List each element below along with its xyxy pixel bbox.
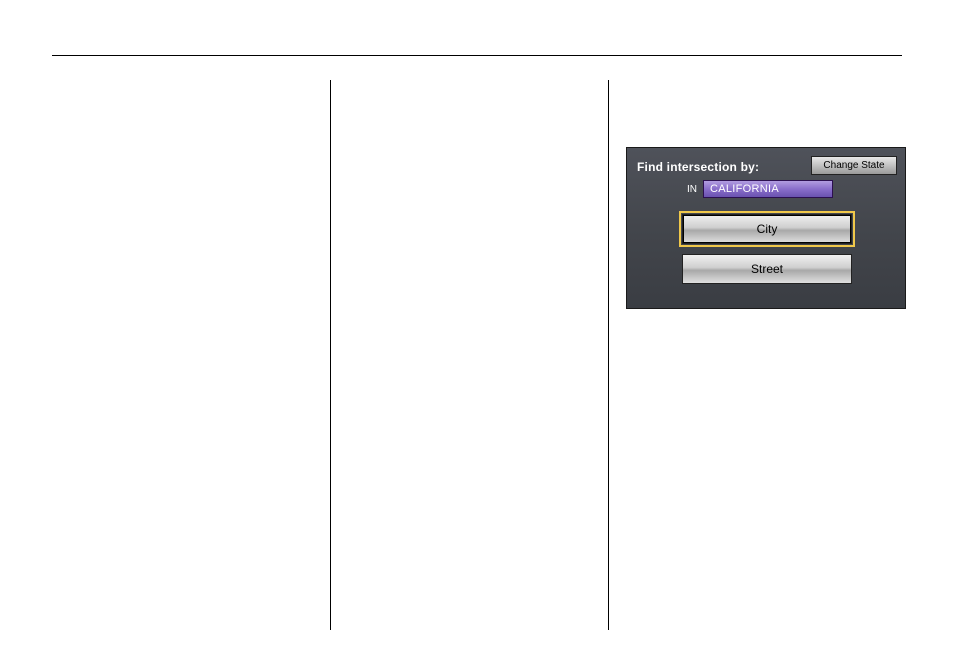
street-button[interactable]: Street (682, 254, 852, 284)
screen-title: Find intersection by: (637, 160, 759, 174)
state-field[interactable]: CALIFORNIA (703, 180, 833, 198)
navigation-screenshot: Find intersection by: Change State IN CA… (626, 147, 906, 309)
city-button[interactable]: City (682, 214, 852, 244)
column-divider (330, 80, 331, 630)
change-state-button[interactable]: Change State (811, 156, 897, 175)
column-divider (608, 80, 609, 630)
state-row: IN CALIFORNIA (687, 180, 833, 198)
document-page: Find intersection by: Change State IN CA… (0, 0, 954, 652)
in-label: IN (687, 184, 697, 195)
horizontal-rule (52, 55, 902, 56)
